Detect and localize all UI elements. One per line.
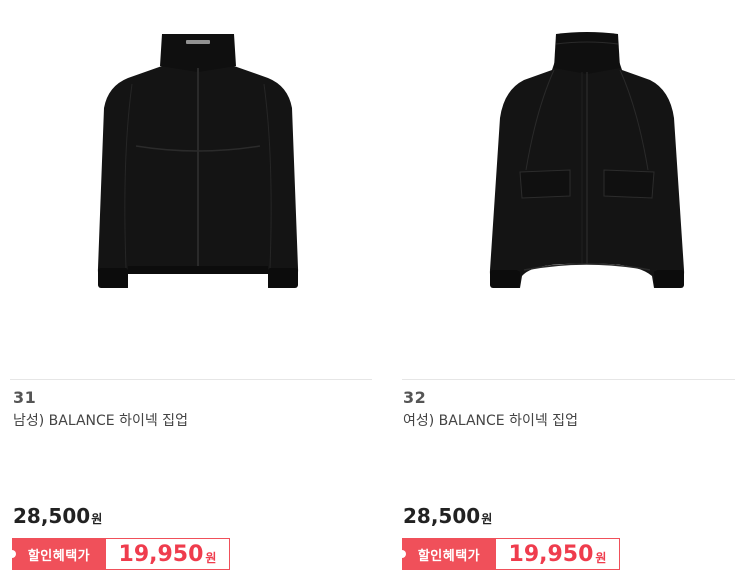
product-number: 32 [403, 388, 427, 407]
original-price: 28,500원 [13, 504, 102, 528]
sale-price: 19,950 원 [496, 538, 620, 570]
original-price-value: 28,500 [13, 504, 91, 528]
sale-label-tag: 할인혜택가 [8, 538, 106, 570]
original-price-unit: 원 [481, 512, 493, 526]
sale-price-unit: 원 [205, 550, 217, 565]
product-card[interactable]: 32 여성) BALANCE 하이넥 집업 28,500원 할인혜택가 19,9… [390, 0, 735, 587]
product-name[interactable]: 남성) BALANCE 하이넥 집업 [13, 410, 188, 430]
original-price-value: 28,500 [403, 504, 481, 528]
divider [10, 379, 372, 380]
sale-price-value: 19,950 [118, 541, 204, 567]
sale-label-tag: 할인혜택가 [398, 538, 496, 570]
tag-notch [398, 550, 406, 558]
product-card[interactable]: 31 남성) BALANCE 하이넥 집업 28,500원 할인혜택가 19,9… [0, 0, 372, 587]
divider [402, 379, 735, 380]
sale-label: 할인혜택가 [417, 548, 481, 564]
product-number: 31 [13, 388, 37, 407]
product-image[interactable] [0, 0, 372, 378]
sale-price-box: 할인혜택가 19,950 원 [8, 538, 230, 570]
original-price: 28,500원 [403, 504, 492, 528]
product-image[interactable] [390, 0, 735, 378]
product-grid: 31 남성) BALANCE 하이넥 집업 28,500원 할인혜택가 19,9… [0, 0, 735, 587]
sale-price: 19,950 원 [106, 538, 230, 570]
tag-notch [8, 550, 16, 558]
black-zip-up-jacket-with-pockets-icon [489, 32, 685, 288]
sale-price-unit: 원 [595, 550, 607, 565]
sale-price-box: 할인혜택가 19,950 원 [398, 538, 620, 570]
product-name[interactable]: 여성) BALANCE 하이넥 집업 [403, 410, 578, 430]
black-zip-up-jacket-icon [97, 34, 299, 288]
sale-price-value: 19,950 [508, 541, 594, 567]
original-price-unit: 원 [91, 512, 103, 526]
sale-label: 할인혜택가 [27, 548, 91, 564]
